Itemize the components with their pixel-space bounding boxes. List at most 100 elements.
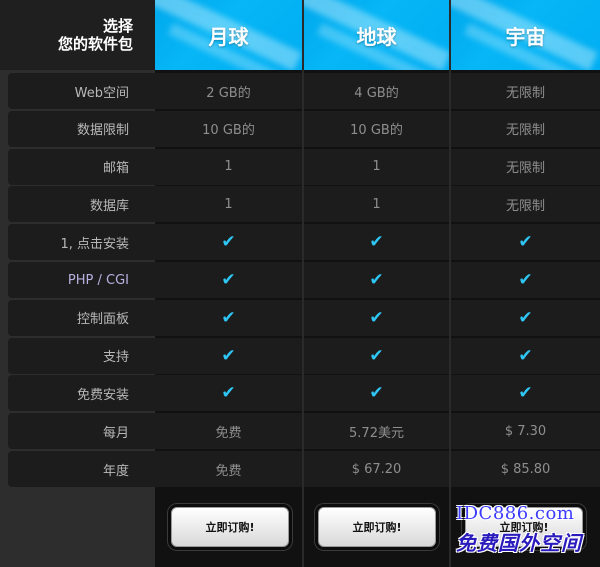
plan-header-earth: 地球 (304, 0, 449, 70)
feature-value-universe: 无限制 (451, 110, 600, 147)
feature-value-earth: 1 (304, 148, 449, 185)
feature-row: 支持 ✔ ✔ ✔ (0, 337, 600, 374)
check-icon: ✔ (221, 307, 236, 328)
value-text: 无限制 (505, 123, 545, 139)
feature-row: 每月 免费 5.72美元 $ 7.30 (0, 413, 600, 450)
subscribe-button-earth[interactable]: 立即订购! (318, 507, 436, 547)
value-text: $ 67.20 (351, 461, 402, 477)
check-icon: ✔ (221, 345, 236, 366)
check-icon: ✔ (221, 270, 236, 290)
feature-label: 数据库 (8, 186, 155, 223)
check-icon: ✔ (369, 307, 384, 328)
feature-value-moon: ✔ (155, 299, 302, 336)
feature-value-earth: $ 67.20 (304, 451, 449, 487)
feature-value-universe: ✔ (451, 262, 600, 298)
feature-value-moon: ✔ (155, 224, 302, 261)
check-icon: ✔ (518, 232, 533, 253)
feature-label: 数据限制 (8, 110, 155, 147)
feature-value-earth: ✔ (304, 337, 449, 374)
value-text: 免费 (215, 463, 242, 479)
value-text: 免费 (215, 425, 242, 441)
check-icon: ✔ (369, 345, 384, 366)
feature-value-moon: 免费 (155, 413, 302, 450)
check-icon: ✔ (518, 383, 533, 404)
check-icon: ✔ (518, 345, 533, 366)
feature-row: 控制面板 ✔ ✔ ✔ (0, 299, 600, 336)
check-icon: ✔ (518, 270, 533, 290)
feature-row: Web空间 2 GB的 4 GB的 无限制 (0, 73, 600, 109)
feature-value-universe: ✔ (451, 375, 600, 412)
feature-label: Web空间 (8, 73, 155, 109)
value-text: 1 (224, 159, 233, 175)
value-text: 5.72美元 (349, 425, 404, 441)
feature-value-moon: ✔ (155, 337, 302, 374)
feature-value-universe: ✔ (451, 224, 600, 261)
value-text: 无限制 (505, 198, 545, 214)
value-text: $ 7.30 (504, 423, 547, 439)
corner-title-line2: 您的软件包 (57, 35, 133, 53)
feature-value-universe: $ 85.80 (451, 451, 600, 487)
feature-label: 1, 点击安装 (8, 224, 155, 261)
feature-row: 年度 免费 $ 67.20 $ 85.80 (0, 451, 600, 487)
plan-name-earth: 地球 (356, 24, 397, 49)
value-text: 无限制 (505, 161, 545, 177)
value-text: 1 (372, 159, 381, 175)
feature-value-earth: 10 GB的 (304, 110, 449, 147)
value-text: 2 GB的 (206, 85, 251, 101)
feature-value-moon: ✔ (155, 375, 302, 412)
value-text: 无限制 (505, 85, 545, 101)
plan-header-moon: 月球 (155, 0, 302, 70)
feature-value-universe: 无限制 (451, 148, 600, 185)
feature-value-moon: 1 (155, 186, 302, 223)
feature-label: 邮箱 (8, 148, 155, 185)
value-text: 1 (224, 196, 233, 212)
value-text: 1 (372, 196, 381, 212)
feature-value-moon: 免费 (155, 451, 302, 487)
feature-value-universe: ✔ (451, 299, 600, 336)
value-text: $ 85.80 (500, 461, 551, 477)
value-text: 10 GB的 (350, 123, 403, 139)
feature-label: 免费安装 (8, 375, 155, 412)
feature-value-earth: 5.72美元 (304, 413, 449, 450)
feature-value-earth: ✔ (304, 375, 449, 412)
feature-value-earth: 1 (304, 186, 449, 223)
feature-value-universe: ✔ (451, 337, 600, 374)
watermark-slogan: 免费国外空间 (456, 531, 582, 555)
plan-name-moon: 月球 (208, 24, 249, 49)
feature-value-moon: ✔ (155, 262, 302, 298)
check-icon: ✔ (369, 383, 384, 404)
check-icon: ✔ (369, 232, 384, 253)
plan-name-universe: 宇宙 (505, 24, 546, 49)
feature-label: 年度 (8, 451, 155, 487)
pricing-table: 选择 您的软件包 月球 地球 宇宙 Web空间 2 GB的 4 GB的 无限制 数据限制… (0, 0, 600, 567)
plan-header-universe: 宇宙 (451, 0, 600, 70)
feature-value-moon: 1 (155, 148, 302, 185)
feature-value-earth: ✔ (304, 262, 449, 298)
subscribe-button-moon[interactable]: 立即订购! (171, 507, 289, 547)
feature-value-universe: 无限制 (451, 186, 600, 223)
check-icon: ✔ (221, 383, 236, 404)
check-icon: ✔ (221, 232, 236, 253)
feature-label: 支持 (8, 337, 155, 374)
feature-label: PHP / CGI (8, 262, 155, 298)
watermark-domain: IDC886.com (456, 503, 575, 524)
feature-row: 邮箱 1 1 无限制 (0, 148, 600, 185)
check-icon: ✔ (518, 307, 533, 328)
feature-row: 数据限制 10 GB的 10 GB的 无限制 (0, 110, 600, 147)
feature-row: 免费安装 ✔ ✔ ✔ (0, 375, 600, 412)
feature-label: 控制面板 (8, 299, 155, 336)
feature-value-moon: 10 GB的 (155, 110, 302, 147)
value-text: 4 GB的 (354, 85, 399, 101)
value-text: 10 GB的 (202, 123, 255, 139)
feature-label: 每月 (8, 413, 155, 450)
feature-value-earth: ✔ (304, 224, 449, 261)
feature-value-universe: 无限制 (451, 73, 600, 109)
feature-value-earth: 4 GB的 (304, 73, 449, 109)
feature-value-universe: $ 7.30 (451, 413, 600, 450)
feature-row: 1, 点击安装 ✔ ✔ ✔ (0, 224, 600, 261)
corner-title-line1: 选择 (102, 17, 133, 35)
feature-value-earth: ✔ (304, 299, 449, 336)
table-corner-title: 选择 您的软件包 (0, 0, 155, 70)
check-icon: ✔ (369, 270, 384, 290)
feature-row: PHP / CGI ✔ ✔ ✔ (0, 262, 600, 298)
